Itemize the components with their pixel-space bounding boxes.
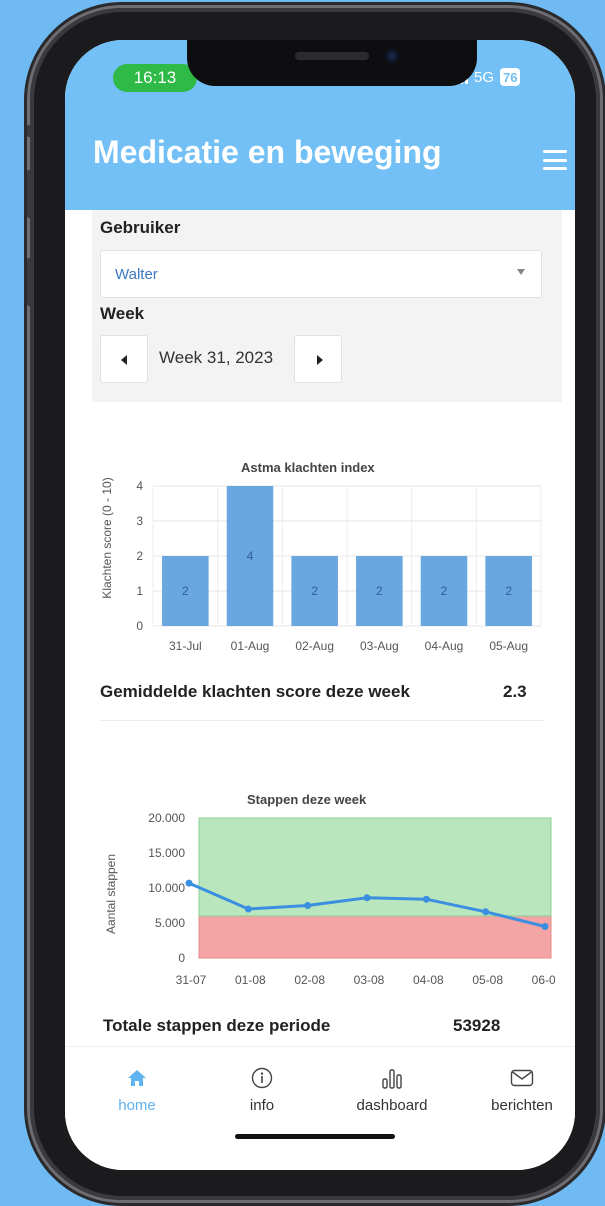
x-tick-label: 04-08 (413, 973, 444, 987)
y-tick-label: 3 (136, 514, 143, 528)
y-tick-label: 5.000 (155, 916, 185, 930)
data-point (185, 879, 193, 887)
status-time: 16:13 (113, 64, 197, 92)
nav-berichten-label: berichten (491, 1097, 553, 1114)
bar-value-label: 2 (505, 584, 512, 598)
x-tick-label: 31-07 (176, 973, 207, 987)
data-point (244, 905, 252, 913)
y-tick-label: 10.000 (148, 881, 185, 895)
x-tick-label: 01-Aug (231, 639, 270, 653)
info-icon (202, 1065, 322, 1091)
nav-home-label: home (118, 1097, 156, 1114)
user-select-value: Walter (115, 266, 158, 283)
volume-up-button (27, 170, 33, 218)
data-point (304, 902, 312, 909)
data-point (482, 908, 490, 916)
network-label: 5G (474, 68, 495, 86)
week-value: Week 31, 2023 (159, 348, 274, 367)
x-tick-label: 03-Aug (360, 639, 399, 653)
user-select[interactable]: Walter (100, 250, 542, 298)
x-tick-label: 02-Aug (295, 639, 334, 653)
volume-down-button (27, 258, 33, 306)
y-axis-label: Klachten score (0 - 10) (100, 477, 114, 598)
y-tick-label: 0 (178, 951, 185, 965)
nav-dashboard-label: dashboard (356, 1097, 428, 1114)
y-tick-label: 15.000 (148, 846, 185, 860)
threshold-band (198, 915, 552, 959)
chevron-down-icon (517, 269, 525, 275)
x-tick-label: 05-Aug (489, 639, 528, 653)
x-tick-label: 04-Aug (425, 639, 464, 653)
nav-home[interactable]: home (77, 1065, 197, 1114)
divider (100, 720, 545, 721)
complaints-bar-chart: Klachten score (0 - 10) 0 1 2 3 4 2 31-Jul 4 01-… (100, 477, 542, 653)
steps-line-chart: Aantal stappen 0 5.000 10.000 15.000 20.000 3… (104, 811, 555, 987)
nav-info[interactable]: info (202, 1065, 322, 1114)
nav-berichten[interactable]: berichten (462, 1065, 575, 1114)
home-icon (77, 1065, 197, 1091)
y-tick-label: 0 (136, 619, 143, 633)
data-point (541, 923, 549, 930)
x-tick-label: 02-08 (294, 973, 325, 987)
y-axis-label: Aantal stappen (104, 854, 118, 934)
x-tick-label: 01-08 (235, 973, 266, 987)
x-tick-label: 31-Jul (169, 639, 202, 653)
week-label: Week (100, 304, 145, 323)
bar-chart-icon (332, 1065, 452, 1091)
page-title: Medicatie en beweging (93, 134, 442, 170)
total-steps-value: 53928 (453, 1016, 501, 1035)
battery-icon: 76 (500, 68, 521, 86)
bar-value-label: 2 (441, 584, 448, 598)
y-tick-label: 2 (136, 549, 143, 563)
envelope-icon (462, 1065, 575, 1091)
x-tick-label: 06-08 (532, 973, 555, 987)
data-point (363, 894, 371, 902)
y-tick-label: 4 (136, 479, 143, 493)
nav-info-label: info (249, 1097, 275, 1114)
user-label: Gebruiker (100, 218, 181, 237)
y-tick-label: 20.000 (148, 811, 185, 825)
bar-value-label: 4 (247, 549, 254, 563)
hamburger-menu-icon[interactable] (543, 150, 567, 170)
next-week-button[interactable] (294, 335, 342, 383)
previous-week-button[interactable] (100, 335, 148, 383)
average-complaints-label: Gemiddelde klachten score deze week (100, 682, 410, 701)
phone-notch (187, 40, 477, 86)
nav-dashboard[interactable]: dashboard (332, 1065, 452, 1114)
threshold-band (198, 817, 552, 917)
bar-value-label: 2 (311, 584, 318, 598)
phone-screen: 16:13 5G 76 Medicatie en beweging Gebrui… (65, 40, 575, 1170)
data-point (422, 895, 430, 903)
bar-value-label: 2 (182, 584, 189, 598)
average-complaints-value: 2.3 (503, 682, 527, 701)
x-tick-label: 05-08 (472, 973, 503, 987)
mute-switch (27, 125, 33, 137)
y-tick-label: 1 (136, 584, 143, 598)
x-tick-label: 03-08 (354, 973, 385, 987)
bar-value-label: 2 (376, 584, 383, 598)
arrow-left-icon (121, 355, 127, 365)
arrow-right-icon (317, 355, 323, 365)
total-steps-label: Totale stappen deze periode (103, 1016, 331, 1035)
bottom-navigation: home info dashboard berichten (65, 1046, 575, 1170)
home-indicator (235, 1134, 395, 1139)
